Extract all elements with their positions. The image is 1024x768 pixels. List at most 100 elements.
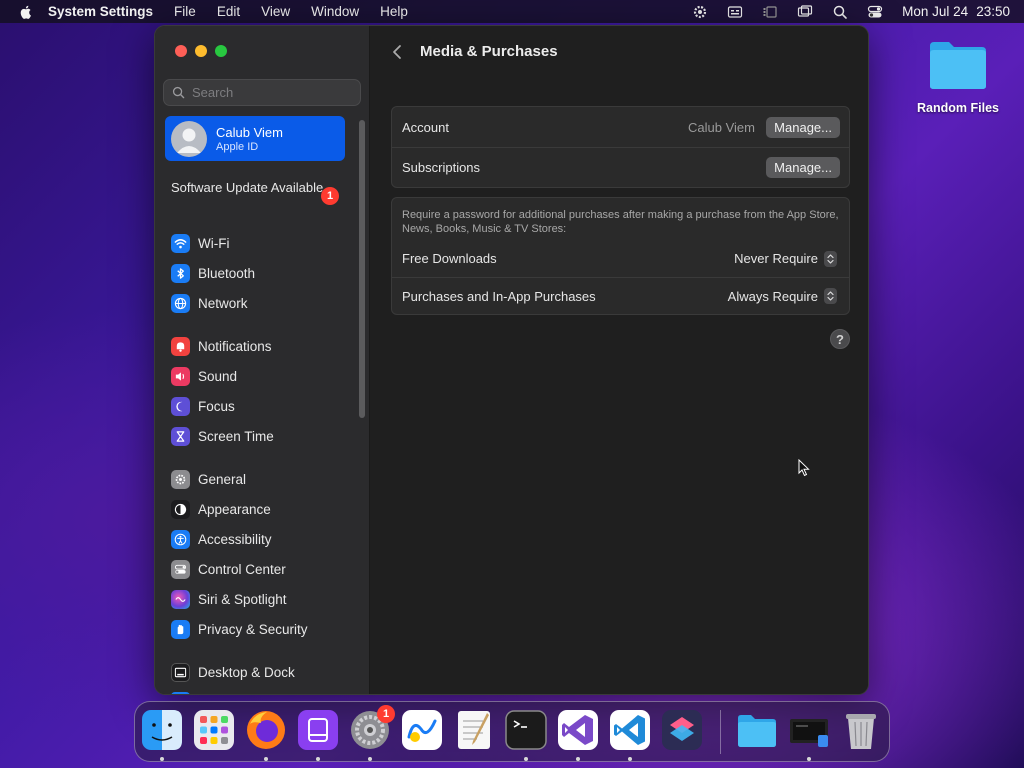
wifi-icon [171,233,190,253]
chevron-updown-icon [824,250,837,267]
account-value: Calub Viem [688,119,755,135]
dock-separator [720,710,721,754]
sidebar-scrollbar[interactable] [359,120,365,418]
toggles-icon [171,559,190,579]
back-chevron-icon[interactable] [390,43,404,61]
system-settings-window: Calub Viem Apple ID Software Update Avai… [154,25,869,695]
sidebar-item-label: Control Center [198,561,286,577]
dock-running-indicator [264,757,268,761]
sidebar-group-network: Wi-Fi Bluetooth Network [171,228,356,318]
manage-subscriptions-button[interactable]: Manage... [766,157,840,178]
chevron-updown-icon [824,288,837,304]
sidebar-item-screen-time[interactable]: Screen Time [171,421,356,451]
sidebar-item-label: Focus [198,398,235,414]
sidebar-item-siri-spotlight[interactable]: Siri & Spotlight [171,584,356,614]
sidebar-group-notifications: Notifications Sound Focus Screen Time [171,331,356,451]
avatar [171,120,207,157]
manage-account-button[interactable]: Manage... [766,116,840,138]
apple-logo-icon[interactable] [18,4,34,20]
account-name: Calub Viem [216,124,283,140]
sidebar-item-wifi[interactable]: Wi-Fi [171,228,356,258]
close-button[interactable] [175,45,187,57]
keyboard-status-icon[interactable] [727,4,743,20]
folder-icon [738,715,776,747]
menu-view[interactable]: View [261,4,290,19]
sidebar-item-general[interactable]: General [171,464,356,494]
visual-studio-icon [558,710,598,750]
dock-shortcuts[interactable] [661,709,703,751]
minimize-button[interactable] [195,45,207,57]
sidebar-item-notifications[interactable]: Notifications [171,331,356,361]
dock-running-indicator [368,757,372,761]
podcasts-like-icon [298,710,338,750]
help-button[interactable]: ? [830,329,850,349]
dock: 1 [134,701,890,762]
sidebar-item-software-update[interactable]: Software Update Available [171,180,346,196]
screen-mirroring-icon[interactable] [797,4,813,20]
dock-textedit[interactable] [453,709,495,751]
menu-date: Mon Jul 24 [902,4,969,19]
search-field[interactable] [163,79,361,106]
trash-icon [846,714,876,749]
spotlight-search-icon[interactable] [832,4,848,20]
sidebar-group-desktop: Desktop & Dock [171,657,356,687]
terminal-icon [505,710,547,750]
sidebar-item-apple-id[interactable]: Calub Viem Apple ID [165,116,345,161]
sidebar-item-label: Network [198,295,248,311]
bluetooth-icon [171,263,190,283]
free-downloads-label: Free Downloads [402,251,497,266]
dock-running-indicator [524,757,528,761]
free-downloads-row: Free Downloads Never Require [392,240,849,277]
sidebar-item-desktop-dock[interactable]: Desktop & Dock [171,657,356,687]
dock-purple-app[interactable] [297,709,339,751]
dock-firefox[interactable] [245,709,287,751]
sidebar-item-label: Siri & Spotlight [198,591,287,607]
speaker-icon [171,366,190,386]
dock-running-indicator [160,757,164,761]
sidebar-item-network[interactable]: Network [171,288,356,318]
desktop-folder-random-files[interactable]: Random Files [912,38,1004,115]
dock-running-indicator [807,757,811,761]
gear-status-icon[interactable] [692,4,708,20]
sidebar-item-label: Desktop & Dock [198,664,295,680]
dock-launchpad[interactable] [193,709,235,751]
menu-edit[interactable]: Edit [217,4,240,19]
menu-file[interactable]: File [174,4,196,19]
dock-trash[interactable] [840,709,882,751]
sidebar-item-control-center[interactable]: Control Center [171,554,356,584]
dock-finder[interactable] [141,709,183,751]
free-downloads-popup[interactable]: Never Require [734,250,837,267]
dock-folder[interactable] [736,709,778,751]
sidebar-item-sound[interactable]: Sound [171,361,356,391]
search-input[interactable] [192,85,352,100]
menu-window[interactable]: Window [311,4,359,19]
sidebar-item-label: Screen Time [198,428,274,444]
sidebar-item-appearance[interactable]: Appearance [171,494,356,524]
dock-terminal[interactable] [505,709,547,751]
zoom-button[interactable] [215,45,227,57]
menu-help[interactable]: Help [380,4,408,19]
app-name-menu[interactable]: System Settings [48,4,153,19]
purchases-row: Purchases and In-App Purchases Always Re… [392,277,849,314]
freeform-icon [402,710,442,750]
textedit-icon [458,711,490,749]
sidebar-item-label: Wi-Fi [198,235,230,251]
dock-vscode[interactable] [609,709,651,751]
firefox-icon [247,711,285,749]
sidebar-item-accessibility[interactable]: Accessibility [171,524,356,554]
sidebar-item-bluetooth[interactable]: Bluetooth [171,258,356,288]
purchase-settings-group: Require a password for additional purcha… [391,197,850,315]
menu-clock[interactable]: Mon Jul 24 23:50 [902,4,1010,19]
dock-freeform[interactable] [401,709,443,751]
stage-manager-icon[interactable] [762,4,778,20]
sidebar-item-privacy-security[interactable]: Privacy & Security [171,614,356,644]
purchases-popup[interactable]: Always Require [728,288,837,304]
update-badge: 1 [321,187,339,205]
vscode-icon [610,710,650,750]
dock-screen-recorder[interactable] [788,709,830,751]
bell-icon [171,336,190,356]
dock-visual-studio[interactable] [557,709,599,751]
control-center-icon[interactable] [867,4,883,20]
sidebar-item-focus[interactable]: Focus [171,391,356,421]
dock-running-indicator [576,757,580,761]
